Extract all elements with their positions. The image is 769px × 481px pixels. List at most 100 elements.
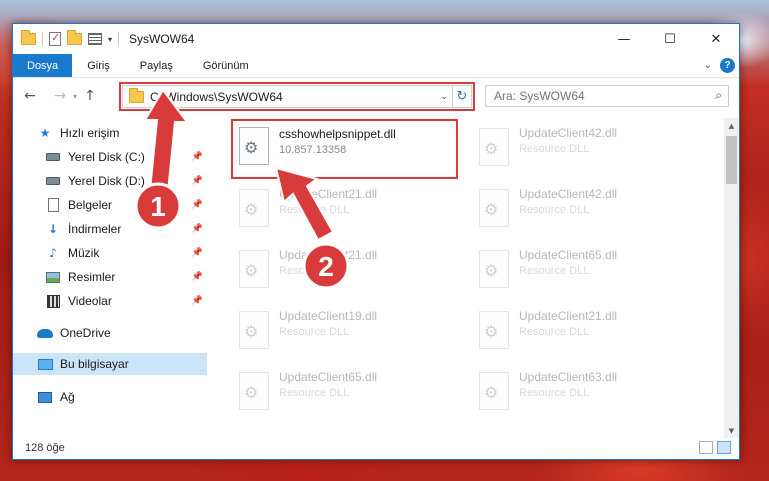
file-tile[interactable]: UpdateClient21.dll Resource DLL xyxy=(233,181,463,239)
sidebar-item-network[interactable]: Ağ xyxy=(13,386,207,408)
file-description: Resource DLL xyxy=(279,326,350,338)
tab-share[interactable]: Paylaş xyxy=(125,54,188,77)
sidebar-item-local-disk-c[interactable]: Yerel Disk (C:) 📌 xyxy=(13,146,207,168)
sidebar-item-label: Ağ xyxy=(60,390,75,404)
dll-file-icon xyxy=(479,128,509,166)
sidebar-item-local-disk-d[interactable]: Yerel Disk (D:) 📌 xyxy=(13,170,207,192)
sidebar-item-label: Yerel Disk (D:) xyxy=(68,174,145,188)
sidebar-item-label: OneDrive xyxy=(60,326,111,340)
dll-file-icon xyxy=(479,189,509,227)
sidebar-item-this-pc[interactable]: Bu bilgisayar xyxy=(13,353,207,375)
window-controls: — ☐ ✕ xyxy=(601,24,739,54)
help-icon[interactable]: ? xyxy=(720,58,735,73)
address-path[interactable]: C:\Windows\SysWOW64 xyxy=(150,90,283,104)
sidebar-item-label: Yerel Disk (C:) xyxy=(68,150,145,164)
minimize-button[interactable]: — xyxy=(601,24,647,54)
star-icon: ★ xyxy=(39,126,51,140)
close-button[interactable]: ✕ xyxy=(693,24,739,54)
file-tile[interactable]: UpdateClient65.dll Resource DLL xyxy=(473,242,703,300)
window-title: SysWOW64 xyxy=(129,32,195,46)
properties-icon[interactable] xyxy=(49,31,61,46)
explorer-window: ▾ SysWOW64 — ☐ ✕ Dosya Giriş Paylaş Görü… xyxy=(12,23,740,460)
file-description: Resource DLL xyxy=(519,387,590,399)
dll-file-icon xyxy=(239,189,269,227)
cloud-icon xyxy=(37,326,53,340)
network-icon xyxy=(37,390,53,404)
scroll-up-icon[interactable]: ▲ xyxy=(724,118,739,133)
file-list: csshowhelpsnippet.dll 10.857.13358 Updat… xyxy=(220,118,726,438)
tab-home[interactable]: Giriş xyxy=(72,54,125,77)
status-bar: 128 öğe xyxy=(13,437,739,459)
pin-icon[interactable]: 📌 xyxy=(192,152,203,162)
folder-icon xyxy=(21,30,36,45)
file-tile[interactable]: UpdateClient42.dll Resource DLL xyxy=(473,120,703,178)
sidebar-item-pictures[interactable]: Resimler 📌 xyxy=(13,266,207,288)
view-toggles xyxy=(699,441,731,454)
customize-toolbar-dropdown-icon[interactable]: ▾ xyxy=(108,35,112,44)
tiles-view-icon[interactable] xyxy=(717,441,731,454)
pin-icon[interactable]: 📌 xyxy=(192,176,203,186)
computer-icon xyxy=(37,357,53,371)
sidebar-item-onedrive[interactable]: OneDrive xyxy=(13,322,207,344)
sidebar-item-documents[interactable]: Belgeler 📌 xyxy=(13,194,207,216)
vertical-scrollbar[interactable]: ▲ ▼ xyxy=(724,118,739,438)
dll-file-icon xyxy=(479,372,509,410)
scroll-down-icon[interactable]: ▼ xyxy=(724,423,739,438)
address-bar[interactable]: C:\Windows\SysWOW64 ⌄ xyxy=(122,85,452,108)
pin-icon[interactable]: 📌 xyxy=(192,248,203,258)
sidebar-item-downloads[interactable]: ↓ İndirmeler 📌 xyxy=(13,218,207,240)
search-input[interactable] xyxy=(494,89,694,103)
dll-file-icon xyxy=(479,311,509,349)
file-tile-csshowhelpsnippet[interactable]: csshowhelpsnippet.dll 10.857.13358 xyxy=(231,119,458,179)
sidebar-item-music[interactable]: ♪ Müzik 📌 xyxy=(13,242,207,264)
address-folder-icon xyxy=(129,87,144,103)
forward-button[interactable]: → xyxy=(49,88,71,104)
videos-icon xyxy=(45,294,61,308)
refresh-icon[interactable]: ↻ xyxy=(452,85,472,108)
file-name: UpdateClient65.dll xyxy=(279,370,378,384)
quick-access-toolbar: ▾ xyxy=(21,30,120,46)
file-tile[interactable]: UpdateClient63.dll Resource DLL xyxy=(473,364,703,422)
pin-icon[interactable]: 📌 xyxy=(192,272,203,282)
back-button[interactable]: ← xyxy=(19,88,41,104)
file-tile[interactable]: UpdateClient21.dll Resource DLL xyxy=(473,303,703,361)
sidebar-item-label: İndirmeler xyxy=(68,222,122,236)
details-view-icon[interactable] xyxy=(699,441,713,454)
file-tile[interactable]: UpdateClient21.dll Resource DLL xyxy=(233,242,463,300)
file-tile[interactable]: UpdateClient42.dll Resource DLL xyxy=(473,181,703,239)
expand-ribbon-icon[interactable]: ⌄ xyxy=(704,60,712,71)
sidebar-item-videos[interactable]: Videolar 📌 xyxy=(13,290,207,312)
file-description: Resource DLL xyxy=(519,326,590,338)
file-version: 10.857.13358 xyxy=(279,144,347,156)
address-bar-highlight: C:\Windows\SysWOW64 ⌄ ↻ xyxy=(119,82,475,111)
file-name: UpdateClient42.dll xyxy=(519,187,618,201)
file-name: UpdateClient65.dll xyxy=(519,248,618,262)
tab-file[interactable]: Dosya xyxy=(13,54,73,77)
pin-icon[interactable]: 📌 xyxy=(192,296,203,306)
search-box[interactable]: ⌕ xyxy=(485,85,729,107)
recent-locations-icon[interactable]: ▾ xyxy=(73,92,77,101)
file-name: UpdateClient21.dll xyxy=(279,248,378,262)
pin-icon[interactable]: 📌 xyxy=(192,200,203,210)
search-icon[interactable]: ⌕ xyxy=(715,88,722,103)
scrollbar-thumb[interactable] xyxy=(726,136,737,184)
file-tile[interactable]: UpdateClient19.dll Resource DLL xyxy=(233,303,463,361)
maximize-button[interactable]: ☐ xyxy=(647,24,693,54)
file-description: Resource DLL xyxy=(519,204,590,216)
pin-icon[interactable]: 📌 xyxy=(192,224,203,234)
address-dropdown-icon[interactable]: ⌄ xyxy=(440,92,448,102)
dll-file-icon xyxy=(239,250,269,288)
sidebar-item-quick-access[interactable]: ★ Hızlı erişim xyxy=(13,122,207,144)
navigation-pane: ★ Hızlı erişim Yerel Disk (C:) 📌 Yerel D… xyxy=(13,118,207,438)
file-description: Resource DLL xyxy=(279,204,350,216)
view-options-icon[interactable] xyxy=(88,33,102,45)
music-icon: ♪ xyxy=(49,246,57,260)
file-name: UpdateClient19.dll xyxy=(279,309,378,323)
tab-view[interactable]: Görünüm xyxy=(188,54,264,77)
up-button[interactable]: ↑ xyxy=(79,88,101,104)
new-folder-icon[interactable] xyxy=(67,30,82,45)
disk-icon xyxy=(45,174,61,188)
file-name: UpdateClient21.dll xyxy=(519,309,618,323)
file-tile[interactable]: UpdateClient65.dll Resource DLL xyxy=(233,364,463,422)
file-description: Resource DLL xyxy=(519,143,590,155)
